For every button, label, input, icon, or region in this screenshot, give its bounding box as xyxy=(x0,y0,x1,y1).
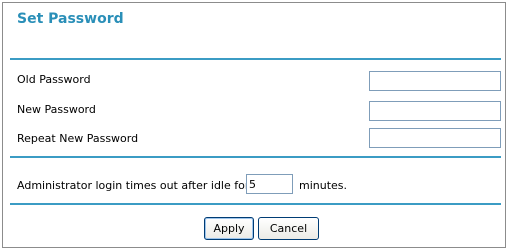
old-password-label: Old Password xyxy=(17,73,91,86)
divider-bottom xyxy=(10,203,501,205)
apply-button[interactable]: Apply xyxy=(204,217,254,240)
new-password-label: New Password xyxy=(17,103,96,116)
repeat-password-label: Repeat New Password xyxy=(17,132,139,145)
old-password-input[interactable] xyxy=(369,71,501,91)
idle-timeout-input[interactable] xyxy=(246,174,293,194)
page-title: Set Password xyxy=(17,11,124,27)
idle-timeout-label: Administrator login times out after idle… xyxy=(17,179,250,192)
repeat-password-input[interactable] xyxy=(369,128,501,148)
new-password-input[interactable] xyxy=(369,101,501,121)
divider-middle xyxy=(10,156,501,158)
cancel-button[interactable]: Cancel xyxy=(258,217,319,240)
set-password-panel: Set Password Old Password New Password R… xyxy=(2,2,506,248)
divider-top xyxy=(10,58,501,60)
idle-timeout-unit: minutes. xyxy=(299,179,348,192)
